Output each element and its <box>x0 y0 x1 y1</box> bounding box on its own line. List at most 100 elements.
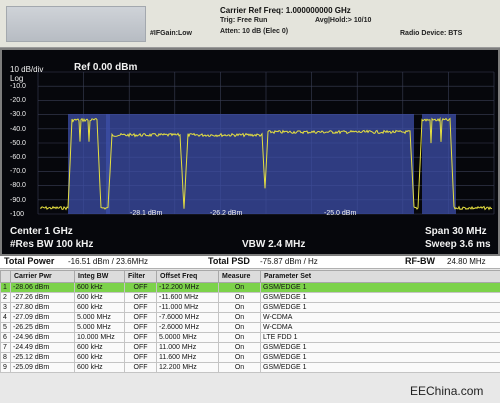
table-cell: OFF <box>124 362 157 373</box>
table-cell: 11.000 MHz <box>156 342 219 353</box>
table-cell: 4 <box>0 312 11 323</box>
table-cell: On <box>218 342 261 353</box>
table-cell: 7 <box>0 342 11 353</box>
table-cell: -27.09 dBm <box>10 312 75 323</box>
table-row[interactable]: 8 -25.12 dBm 600 kHz OFF 11.600 MHz On GSM/EDG… <box>0 352 500 363</box>
total-psd-value: -75.87 dBm / Hz <box>260 257 318 266</box>
table-cell: GSM/EDGE 1 <box>260 292 500 303</box>
y-tick-label: -10.0 <box>10 83 26 90</box>
avg-hold-status[interactable]: Avg|Hold:> 10/10 <box>315 17 371 24</box>
table-row[interactable]: 5 -26.25 dBm 5.000 MHz OFF -2.6000 MHz On W-CD… <box>0 322 500 333</box>
table-cell: 600 kHz <box>74 292 125 303</box>
table-cell: On <box>218 292 261 303</box>
carrier-ref-freq[interactable]: Carrier Ref Freq: 1.000000000 GHz <box>220 6 351 15</box>
column-header[interactable]: Parameter Set <box>260 270 500 283</box>
table-cell: 2 <box>0 292 11 303</box>
table-cell: 3 <box>0 302 11 313</box>
table-cell: 600 kHz <box>74 352 125 363</box>
channel-power-label: -26.2 dBm <box>210 210 243 217</box>
table-cell: OFF <box>124 322 157 333</box>
table-cell: 9 <box>0 362 11 373</box>
table-cell: On <box>218 282 261 293</box>
table-row[interactable]: 2 -27.26 dBm 600 kHz OFF -11.600 MHz On GSM/ED… <box>0 292 500 303</box>
column-header[interactable]: Offset Freq <box>156 270 219 283</box>
table-cell: OFF <box>124 312 157 323</box>
sweep-time[interactable]: Sweep 3.6 ms <box>425 239 491 250</box>
table-cell: -28.06 dBm <box>10 282 75 293</box>
table-cell: OFF <box>124 342 157 353</box>
table-cell: On <box>218 352 261 363</box>
table-cell: OFF <box>124 282 157 293</box>
table-row[interactable]: 6 -24.96 dBm 10.000 MHz OFF 5.0000 MHz On LTE … <box>0 332 500 343</box>
table-cell: 11.600 MHz <box>156 352 219 363</box>
power-summary: Total Power -16.51 dBm / 23.6MHz Total P… <box>0 256 500 269</box>
table-row[interactable]: 4 -27.09 dBm 5.000 MHz OFF -7.6000 MHz On W-CD… <box>0 312 500 323</box>
table-cell: 600 kHz <box>74 302 125 313</box>
table-cell: GSM/EDGE 1 <box>260 362 500 373</box>
table-cell: 12.200 MHz <box>156 362 219 373</box>
column-header[interactable]: Integ BW <box>74 270 125 283</box>
channel-bands <box>68 114 456 214</box>
scale-label[interactable]: 10 dB/div <box>10 65 43 74</box>
carrier-table: Carrier Pwr Integ BW Filter Offset Freq … <box>0 270 500 373</box>
center-freq[interactable]: Center 1 GHz <box>10 226 73 237</box>
table-cell: OFF <box>124 292 157 303</box>
table-cell: 600 kHz <box>74 282 125 293</box>
table-cell: On <box>218 312 261 323</box>
table-cell: 10.000 MHz <box>74 332 125 343</box>
channel-power-label: -28.1 dBm <box>130 210 163 217</box>
total-power-value: -16.51 dBm / 23.6MHz <box>68 257 149 266</box>
table-cell: OFF <box>124 332 157 343</box>
radio-device-status[interactable]: Radio Device: BTS <box>400 30 462 37</box>
table-cell: -27.80 dBm <box>10 302 75 313</box>
rf-bw-value: 24.80 MHz <box>447 257 486 266</box>
table-cell: -26.25 dBm <box>10 322 75 333</box>
table-cell: GSM/EDGE 1 <box>260 342 500 353</box>
table-cell: -12.200 MHz <box>156 282 219 293</box>
log-label: Log <box>10 74 24 83</box>
table-row[interactable]: 9 -25.09 dBm 600 kHz OFF 12.200 MHz On GSM/EDG… <box>0 362 500 373</box>
table-cell: -11.600 MHz <box>156 292 219 303</box>
y-tick-label: -60.0 <box>10 154 26 161</box>
table-cell: 8 <box>0 352 11 363</box>
table-cell: 600 kHz <box>74 342 125 353</box>
table-row[interactable]: 1 -28.06 dBm 600 kHz OFF -12.200 MHz On GSM/ED… <box>0 282 500 293</box>
table-cell: -7.6000 MHz <box>156 312 219 323</box>
column-header <box>0 270 11 283</box>
table-cell: On <box>218 322 261 333</box>
table-row[interactable]: 7 -24.49 dBm 600 kHz OFF 11.000 MHz On GSM/EDG… <box>0 342 500 353</box>
trigger-status[interactable]: Trig: Free Run <box>220 17 267 24</box>
res-bw[interactable]: #Res BW 100 kHz <box>10 239 93 250</box>
channel-band <box>106 114 414 214</box>
table-cell: W-CDMA <box>260 322 500 333</box>
table-cell: On <box>218 302 261 313</box>
table-cell: -25.12 dBm <box>10 352 75 363</box>
channel-band <box>68 114 110 214</box>
table-cell: On <box>218 332 261 343</box>
y-tick-label: -100 <box>10 210 25 218</box>
table-cell: On <box>218 362 261 373</box>
table-cell: -24.49 dBm <box>10 342 75 353</box>
span[interactable]: Span 30 MHz <box>425 226 487 237</box>
spectrum-display[interactable]: 10 dB/div Ref 0.00 dBm Log -10.0 -20.0 -30… <box>0 48 500 256</box>
spectrum-plot[interactable] <box>2 50 498 254</box>
column-header[interactable]: Carrier Pwr <box>10 270 75 283</box>
column-header[interactable]: Measure <box>218 270 261 283</box>
column-header[interactable]: Filter <box>124 270 157 283</box>
y-tick-label: -80.0 <box>10 182 26 190</box>
watermark: EEChina.com <box>410 384 484 398</box>
measurement-header: #IFGain:Low Carrier Ref Freq: 1.00000000… <box>0 0 500 48</box>
table-row[interactable]: 3 -27.80 dBm 600 kHz OFF -11.000 MHz On GSM/ED… <box>0 302 500 313</box>
table-cell: -25.09 dBm <box>10 362 75 373</box>
table-cell: GSM/EDGE 1 <box>260 302 500 313</box>
vbw[interactable]: VBW 2.4 MHz <box>242 239 305 250</box>
attenuation-status[interactable]: Atten: 10 dB (Elec 0) <box>220 28 288 35</box>
ifgain-indicator: #IFGain:Low <box>150 30 192 37</box>
table-cell: 5.000 MHz <box>74 312 125 323</box>
y-tick-label: -50.0 <box>10 139 26 147</box>
y-tick-label: -30.0 <box>10 111 26 119</box>
ref-level[interactable]: Ref 0.00 dBm <box>74 62 137 73</box>
table-cell: -2.6000 MHz <box>156 322 219 333</box>
table-cell: -24.96 dBm <box>10 332 75 343</box>
y-tick-label: -90.0 <box>10 196 26 204</box>
